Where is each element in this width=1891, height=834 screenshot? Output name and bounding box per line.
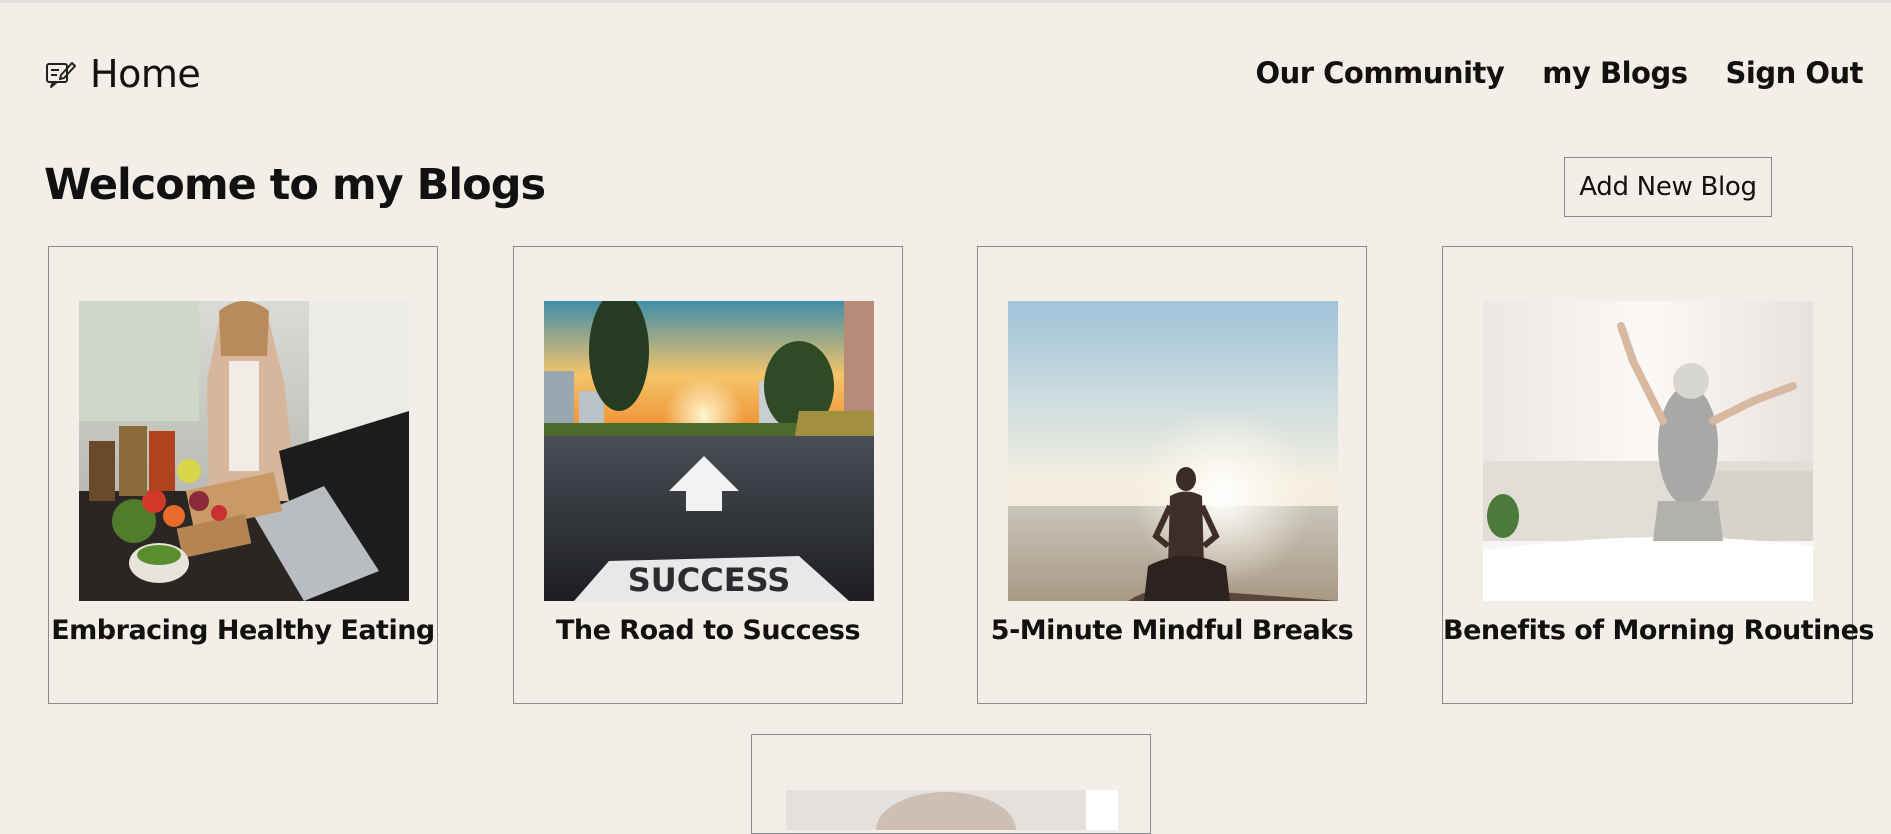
- notepad-pencil-icon: [46, 62, 76, 88]
- blog-image-partial: [786, 790, 1118, 830]
- page-title: Welcome to my Blogs: [44, 160, 546, 210]
- home-label: Home: [90, 52, 201, 96]
- blog-image-stretching: [1483, 301, 1813, 601]
- nav-my-blogs[interactable]: my Blogs: [1542, 56, 1688, 90]
- nav-our-community[interactable]: Our Community: [1255, 56, 1504, 90]
- blog-card-partial[interactable]: [751, 734, 1151, 834]
- blog-image-road: SUCCESS: [544, 301, 874, 601]
- blog-title: The Road to Success: [555, 615, 861, 646]
- blog-title: Embracing Healthy Eating: [51, 615, 435, 646]
- top-divider: [0, 0, 1891, 3]
- blog-title: 5-Minute Mindful Breaks: [990, 615, 1354, 646]
- add-new-blog-button[interactable]: Add New Blog: [1564, 157, 1772, 217]
- blog-card-healthy-eating[interactable]: Embracing Healthy Eating: [48, 246, 438, 704]
- road-success-painted-text: SUCCESS: [628, 561, 791, 599]
- blog-card-mindful-breaks[interactable]: 5-Minute Mindful Breaks: [977, 246, 1367, 704]
- nav-sign-out[interactable]: Sign Out: [1726, 56, 1864, 90]
- top-nav: Our Community my Blogs Sign Out: [1255, 56, 1863, 90]
- blog-title: Benefits of Morning Routines: [1443, 615, 1875, 646]
- home-link[interactable]: Home: [44, 52, 201, 96]
- blog-card-morning-routines[interactable]: Benefits of Morning Routines: [1442, 246, 1875, 704]
- blog-card-road-to-success[interactable]: SUCCESS The Road to Success: [513, 246, 903, 704]
- blog-image-cooking: [79, 301, 409, 601]
- blog-image-meditation: [1008, 301, 1338, 601]
